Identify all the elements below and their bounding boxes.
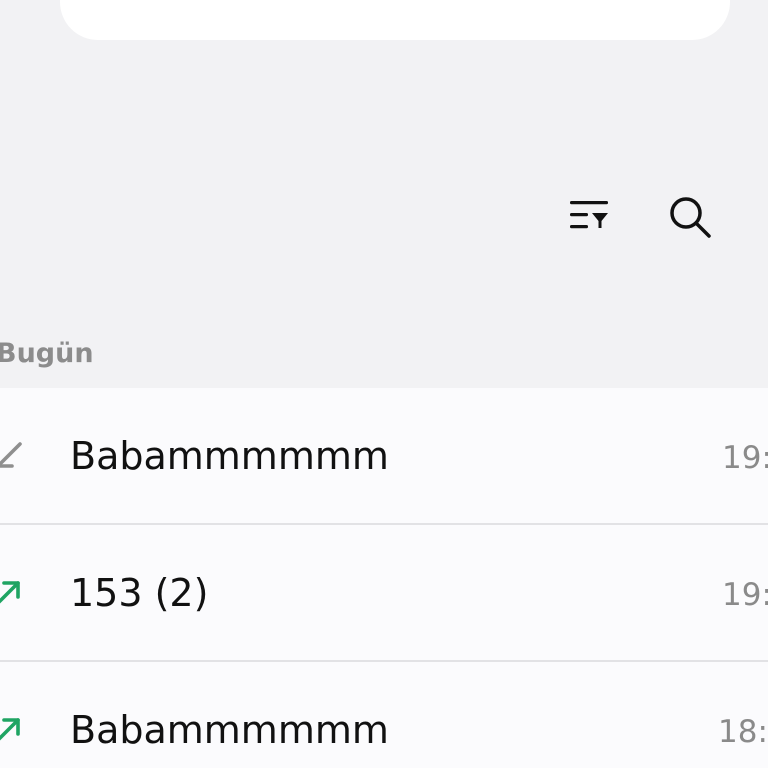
caller-name: 153 (2) [70,571,209,615]
call-time: 19: [722,440,768,476]
caller-name: Babammmmmm [70,708,389,752]
call-time: 19: [722,577,768,613]
section-header-today: Bugün [0,338,94,369]
call-log-screen: Bugün Babammmmmm 19: 153 (2) 19: Babammm… [0,0,768,768]
search-button[interactable] [660,187,720,247]
filter-button[interactable] [560,187,620,247]
call-row[interactable]: 153 (2) 19: [0,525,768,661]
call-row[interactable]: Babammmmmm 18:5 [0,662,768,768]
call-row[interactable]: Babammmmmm 19: [0,388,768,524]
filter-list-icon [570,201,608,229]
incoming-call-arrow-icon [0,442,22,468]
outgoing-call-arrow-icon [0,718,20,741]
search-icon [670,197,711,238]
top-card [60,0,730,40]
caller-name: Babammmmmm [70,434,389,478]
outgoing-call-arrow-icon [0,581,20,604]
call-time: 18:5 [718,714,768,750]
call-list: Babammmmmm 19: 153 (2) 19: Babammmmmm 18… [0,388,768,768]
